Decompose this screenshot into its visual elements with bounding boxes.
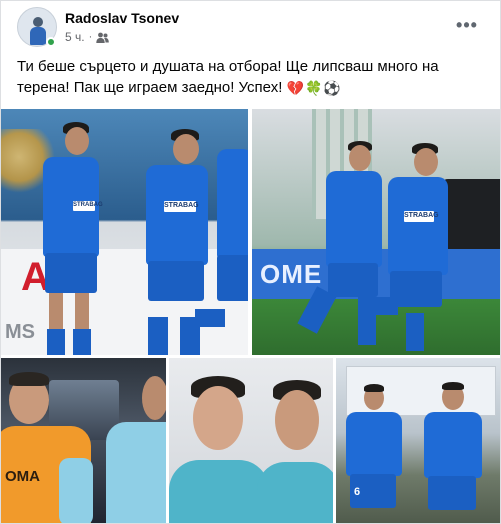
post-header: Radoslav Tsonev 5 ч. · •••	[1, 1, 500, 51]
post-photo-5[interactable]: 6	[336, 358, 500, 523]
young-man-left	[169, 376, 269, 523]
jersey-sponsor-left: STRABAG	[73, 201, 103, 211]
post-timestamp[interactable]: 5 ч.	[65, 30, 85, 44]
post-photo-1[interactable]: AO MS STRABAG STRABAG	[1, 109, 248, 355]
meta-separator: ·	[88, 31, 93, 43]
post-message: Ти беше сърцето и душата на отбора! Ще л…	[17, 58, 439, 96]
ellipsis-icon[interactable]: •••	[453, 11, 481, 39]
man-teal-jacket	[106, 372, 166, 523]
friends-icon[interactable]	[96, 32, 110, 44]
facebook-post-card: Radoslav Tsonev 5 ч. · ••• Ти беше сърце…	[0, 0, 501, 524]
vest-text: OMA	[5, 468, 40, 485]
young-man-right	[257, 380, 333, 523]
player-right-partial	[195, 149, 248, 355]
broken-heart-icon: 💔	[286, 80, 304, 96]
shirt-number: 6	[354, 486, 361, 498]
player-celebrating-2: STRABAG	[368, 143, 452, 355]
post-text: Ти беше сърцето и душата на отбора! Ще л…	[17, 56, 487, 98]
avatar-body-shape	[30, 27, 46, 45]
player-celebrating-1	[297, 139, 382, 355]
avatar-head-shape	[33, 17, 43, 27]
youth-player-left: 6	[344, 382, 404, 523]
author-name[interactable]: Radoslav Tsonev	[65, 10, 179, 26]
online-status-dot	[46, 37, 56, 47]
player-left: STRABAG	[31, 119, 111, 355]
jersey-sponsor-center: STRABAG	[164, 201, 199, 212]
post-photo-3[interactable]: OMA	[1, 358, 166, 523]
soccer-ball-icon: ⚽	[323, 80, 341, 96]
man-orange-vest: OMA	[1, 368, 93, 523]
four-leaf-clover-icon: 🍀	[304, 80, 323, 96]
sleeve-shape	[59, 458, 93, 523]
post-photo-4[interactable]	[169, 358, 333, 523]
youth-player-right	[422, 380, 482, 523]
post-meta: 5 ч. ·	[65, 30, 110, 44]
jersey-sponsor-right: STRABAG	[404, 211, 439, 222]
post-photo-2[interactable]: OME STRABAG	[252, 109, 500, 355]
